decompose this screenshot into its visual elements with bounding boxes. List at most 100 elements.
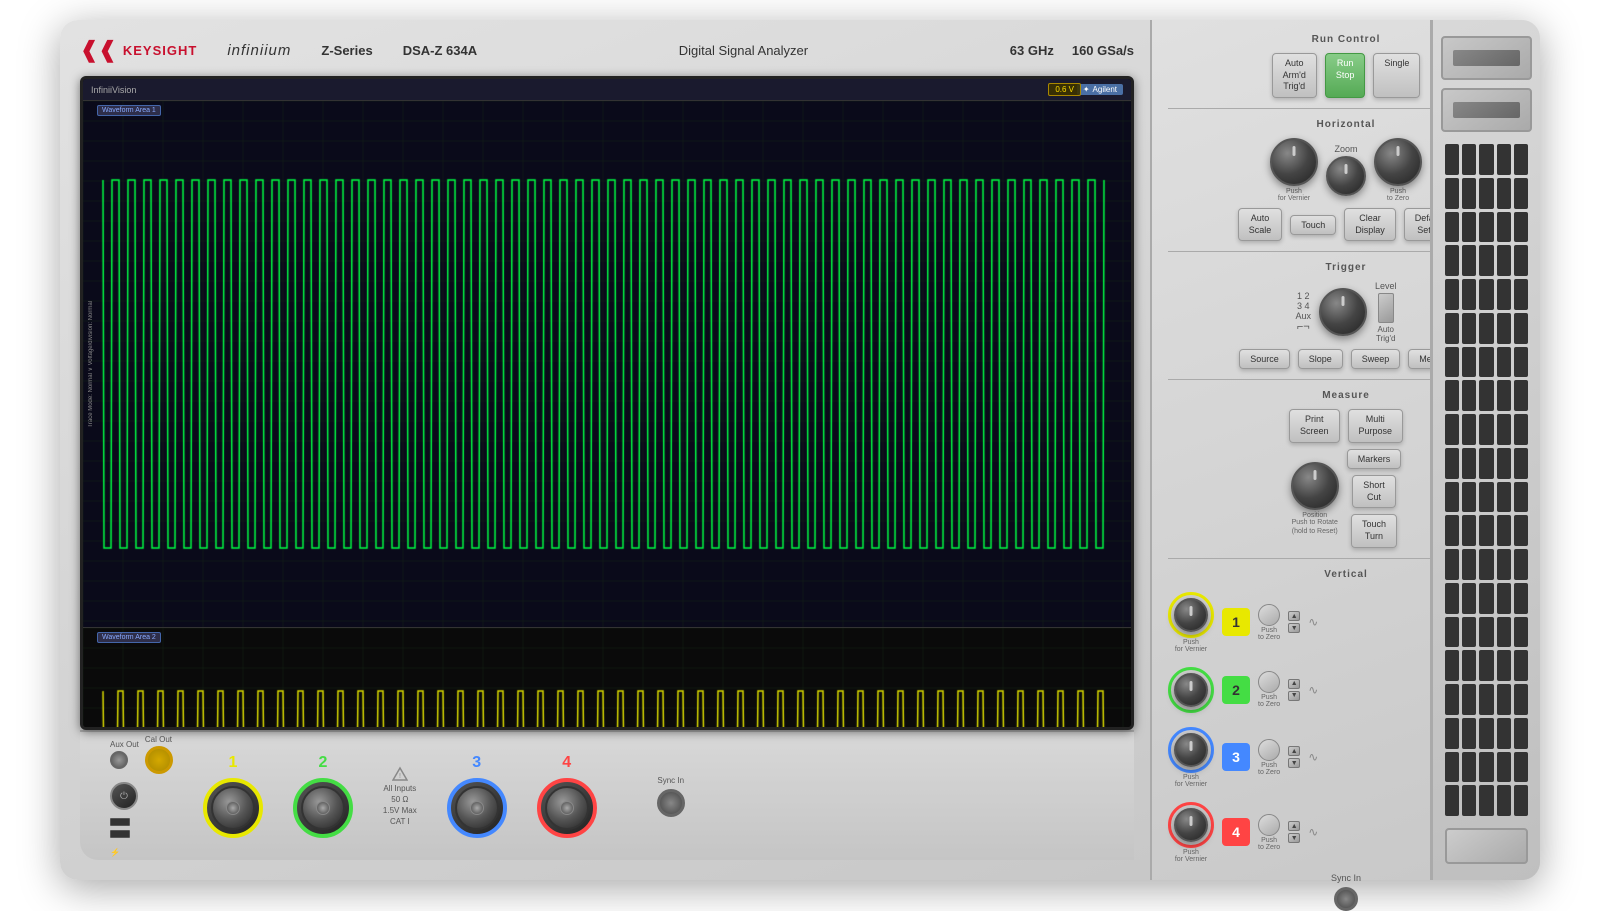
usb-port-1[interactable] [110,818,130,826]
clear-display-button[interactable]: Clear Display [1344,208,1396,241]
ch1-input[interactable] [203,778,263,838]
sweep-button[interactable]: Sweep [1351,349,1401,369]
short-cut-button[interactable]: Short Cut [1352,475,1396,508]
ch3-arrow-down[interactable]: ▼ [1288,758,1300,768]
ch2-number: 2 [318,754,327,772]
vent-hole [1445,380,1459,411]
vent-hole [1462,684,1476,715]
trigger-channel-labels: 1 2 3 4 Aux ⌐¬ [1295,291,1311,333]
ch1-small-btn[interactable] [1258,604,1280,626]
trigger-level-slider[interactable] [1378,293,1394,323]
ch1-arrow-down[interactable]: ▼ [1288,623,1300,633]
ch3-small-btn[interactable] [1258,739,1280,761]
vent-hole [1479,617,1493,648]
vent-hole [1479,583,1493,614]
vent-hole [1445,583,1459,614]
usb-port-2[interactable] [110,830,130,838]
vent-hole [1497,785,1511,816]
ch2-input[interactable] [293,778,353,838]
vent-hole [1462,482,1476,513]
svg-text:!: ! [399,773,401,780]
vent-hole [1514,144,1528,175]
zoom-knob[interactable] [1326,156,1366,196]
ch4-arrow-down[interactable]: ▼ [1288,833,1300,843]
multi-purpose-button[interactable]: Multi Purpose [1348,409,1404,442]
touch-turn-button[interactable]: Touch Turn [1351,514,1397,547]
vent-hole [1479,144,1493,175]
vent-hole [1479,279,1493,310]
vent-hole [1497,482,1511,513]
touch-button[interactable]: Touch [1290,215,1336,235]
vent-hole [1462,279,1476,310]
waveform-area-1: Trace Mode: Normal ∨ Voltage/division: N… [83,101,1131,628]
vent-hole [1497,212,1511,243]
ch3-button[interactable]: 3 [1222,743,1250,771]
vent-hole [1445,684,1459,715]
trigger-level-knob[interactable] [1319,288,1367,336]
ch4-button[interactable]: 4 [1222,818,1250,846]
waveform-area-2: Trace Mode: Normal ∨ Voltage/division: N… [83,628,1131,727]
ch2-small-btn[interactable] [1258,671,1280,693]
aux-out-connector [110,751,128,769]
single-button[interactable]: Single [1373,53,1420,98]
oscilloscope-screen[interactable]: InfiniiVision ✦ Agilent 0.6 V Trace Mode… [80,76,1134,730]
sync-in-label-front: Sync In [657,776,684,785]
vent-hole [1497,347,1511,378]
vent-hole [1514,549,1528,580]
vent-hole [1445,347,1459,378]
channel-3-connector: 3 [447,754,507,838]
vert-label-text-1: Trace Mode: Normal ∨ Voltage/division: N… [87,301,94,428]
auto-scale-button[interactable]: Auto Scale [1238,208,1283,241]
ch3-arrow-up[interactable]: ▲ [1288,746,1300,756]
horizontal-position-knob[interactable] [1270,138,1318,186]
run-stop-button[interactable]: Run Stop [1325,53,1366,98]
vent-hole [1497,448,1511,479]
scale-badge-1: Waveform Area 1 [97,105,161,116]
brand-logo: ❰❰ KEYSIGHT [80,39,197,61]
ch3-scale-knob[interactable] [1174,733,1208,767]
vent-hole [1445,617,1459,648]
slope-button[interactable]: Slope [1298,349,1343,369]
vent-hole [1479,313,1493,344]
vent-hole [1479,752,1493,783]
ch4-input[interactable] [537,778,597,838]
oscilloscope: ❰❰ KEYSIGHT infiniium Z-Series DSA-Z 634… [60,20,1540,880]
brand-name: KEYSIGHT [123,43,197,58]
ch4-arrow-up[interactable]: ▲ [1288,821,1300,831]
vent-hole [1497,178,1511,209]
ch1-scale-knob[interactable] [1174,598,1208,632]
ch2-button[interactable]: 2 [1222,676,1250,704]
vent-hole [1479,482,1493,513]
ch4-scale-knob[interactable] [1174,808,1208,842]
vent-hole [1445,650,1459,681]
agilent-badge: ✦ Agilent [1077,84,1123,95]
ch1-button[interactable]: 1 [1222,608,1250,636]
vent-hole [1479,785,1493,816]
ch4-number: 4 [562,754,571,772]
markers-button[interactable]: Markers [1347,449,1402,469]
sync-in-connector[interactable] [1334,887,1358,911]
vent-hole [1462,617,1476,648]
horizontal-scale-knob[interactable] [1374,138,1422,186]
ch3-input[interactable] [447,778,507,838]
main-body: ❰❰ KEYSIGHT infiniium Z-Series DSA-Z 634… [60,20,1150,880]
source-button[interactable]: Source [1239,349,1290,369]
print-screen-button[interactable]: Print Screen [1289,409,1340,442]
vent-hole [1497,313,1511,344]
ch2-scale-knob[interactable] [1174,673,1208,707]
ch1-arrow-up[interactable]: ▲ [1288,611,1300,621]
ch2-arrow-up[interactable]: ▲ [1288,679,1300,689]
sync-in-connector-front[interactable] [657,789,685,817]
front-left-controls: Aux Out Cal Out ⏻ ⚡ [110,735,173,857]
ch2-arrow-down[interactable]: ▼ [1288,691,1300,701]
usb-ports [110,818,173,838]
vent-hole [1445,448,1459,479]
vent-hole [1514,650,1528,681]
power-button[interactable]: ⏻ [110,782,138,810]
vent-hole [1497,515,1511,546]
vent-hole [1462,549,1476,580]
ch4-small-btn[interactable] [1258,814,1280,836]
auto-arm-trig-button[interactable]: Auto Arm'd Trig'd [1272,53,1317,98]
ch2-scale-knob-ring [1168,667,1214,713]
position-knob[interactable] [1291,462,1339,510]
